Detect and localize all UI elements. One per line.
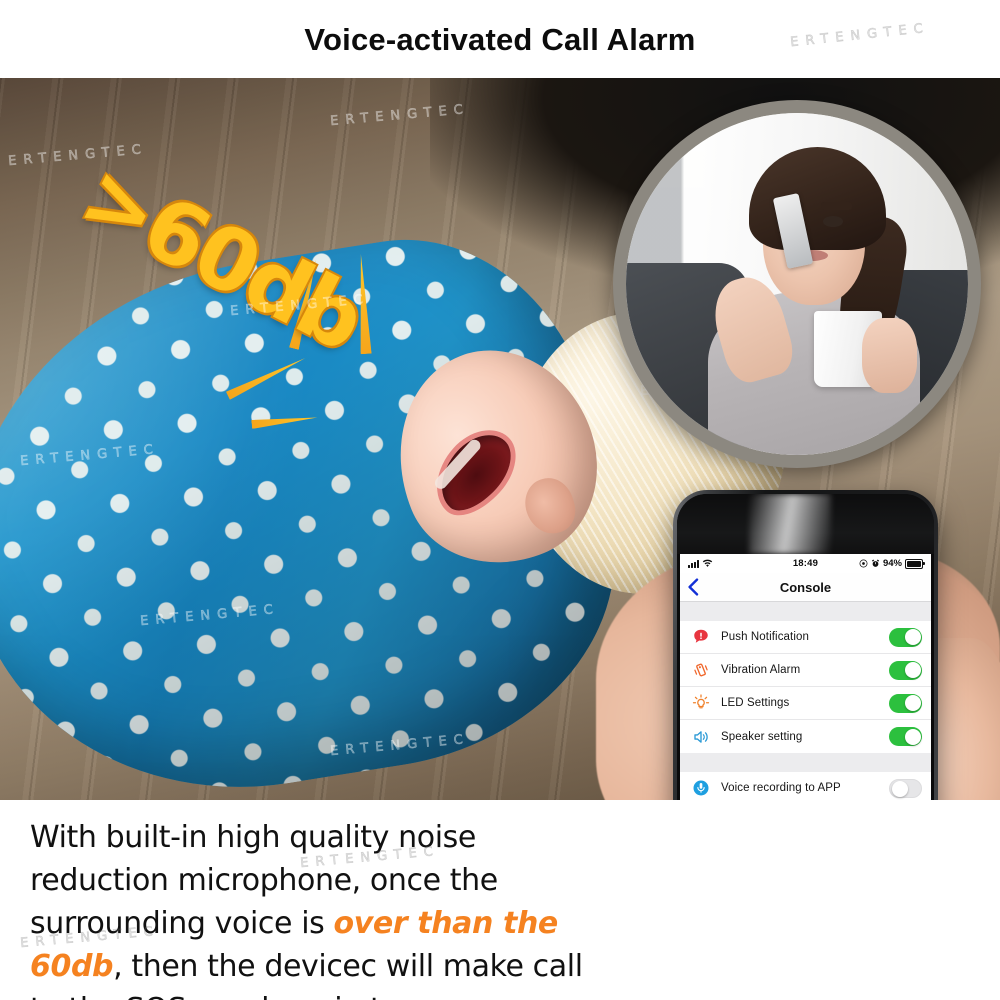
wifi-icon [702, 559, 713, 567]
header-band: Voice-activated Call Alarm ERTENGTEC [0, 0, 1000, 78]
row-label: LED Settings [721, 697, 790, 709]
toggle-led-settings[interactable] [889, 693, 922, 713]
microphone-circle-icon [690, 777, 712, 799]
cellular-bars-icon [688, 560, 699, 568]
alert-bubble-icon [690, 626, 712, 648]
row-label: Voice recording to APP [721, 782, 841, 794]
promo-image-root: >60db ERTENGTEC ERTENGTEC ERTENGTEC ERTE… [0, 0, 1000, 1000]
description-text: With built-in high quality noise reducti… [30, 816, 620, 1000]
row-led-settings[interactable]: LED Settings [680, 687, 931, 720]
status-bar-right: 94% [845, 558, 925, 569]
chevron-left-icon[interactable] [687, 578, 699, 596]
description-part2: , then the devicec will make call to the… [30, 949, 583, 1000]
description-band: With built-in high quality noise reducti… [0, 800, 1000, 1000]
settings-group-alerts: Push Notification Vibration Alarm LED Se… [680, 621, 931, 753]
nav-bar: Console [680, 573, 931, 602]
row-vibration-alarm[interactable]: Vibration Alarm [680, 654, 931, 687]
inset-photo-woman-on-call [626, 113, 968, 455]
phone-top-bezel [677, 494, 934, 554]
toggle-voice-recording-app[interactable] [889, 778, 922, 798]
status-bar-left [688, 559, 766, 568]
woman-hand-holding-mug [861, 318, 917, 394]
woman-eyebrow-right [820, 201, 852, 211]
lightbulb-icon [690, 692, 712, 714]
row-push-notification[interactable]: Push Notification [680, 621, 931, 654]
vibration-icon [690, 659, 712, 681]
status-bar-time: 18:49 [792, 558, 819, 569]
woman-eye-right [822, 215, 844, 227]
page-title: Voice-activated Call Alarm [304, 22, 696, 57]
screen-glare [748, 494, 832, 554]
row-label: Vibration Alarm [721, 664, 801, 676]
nav-title: Console [779, 579, 832, 595]
battery-percent-label: 94% [882, 558, 902, 569]
alarm-icon [871, 559, 880, 567]
battery-icon [904, 558, 925, 569]
list-section-gap [680, 602, 931, 621]
speaker-icon [690, 726, 712, 748]
toggle-push-notification[interactable] [889, 627, 922, 647]
row-label: Speaker setting [721, 730, 803, 743]
list-section-gap [680, 753, 931, 772]
row-label: Push Notification [721, 631, 809, 643]
toggle-vibration-alarm[interactable] [889, 660, 922, 680]
row-speaker-setting[interactable]: Speaker setting [680, 720, 931, 753]
toggle-speaker-setting[interactable] [889, 727, 922, 746]
inset-circle-frame [613, 100, 981, 468]
child-open-mouth [426, 421, 524, 522]
location-icon [859, 559, 868, 568]
status-bar: 18:49 94% [680, 554, 931, 573]
child-teeth [432, 437, 483, 492]
